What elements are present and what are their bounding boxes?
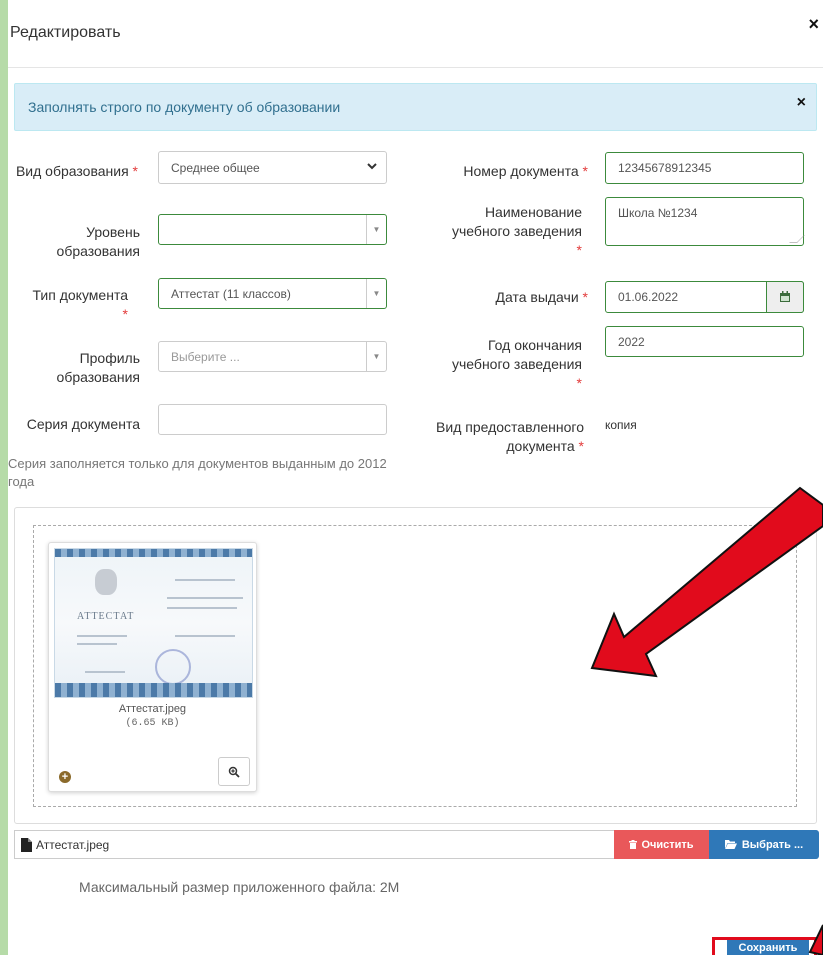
- provided-document-type-label: Вид предоставленного документа *: [436, 419, 584, 454]
- cert-band: [55, 549, 252, 557]
- cert-line: [175, 579, 235, 581]
- clear-button[interactable]: Очистить: [614, 830, 709, 859]
- file-input-bar: Аттестат.jpeg Очистить Выбрать ...: [14, 830, 819, 859]
- file-icon: [21, 838, 32, 852]
- required-mark: *: [122, 306, 128, 322]
- modal-header: Редактировать ×: [8, 0, 823, 68]
- zoom-in-icon: [228, 766, 240, 778]
- education-profile-select[interactable]: Выберите ... ▼: [158, 341, 387, 372]
- calendar-icon[interactable]: [766, 281, 804, 313]
- required-mark: *: [578, 438, 584, 454]
- alert-text: Заполнять строго по документу об образов…: [28, 99, 341, 115]
- drop-zone[interactable]: АТТЕСТАТ Аттестат.jpeg (6.65 KB) +: [33, 525, 797, 807]
- thumbnail-file-size: (6.65 KB): [125, 718, 180, 729]
- graduation-year-input[interactable]: 2022: [605, 326, 804, 357]
- cert-line: [85, 671, 125, 673]
- browse-button[interactable]: Выбрать ...: [709, 830, 819, 859]
- required-mark: *: [582, 289, 588, 305]
- seal-icon: [155, 649, 191, 685]
- document-series-input[interactable]: [158, 404, 387, 435]
- emblem-icon: [95, 569, 117, 595]
- edit-modal: Редактировать × Заполнять строго по доку…: [8, 0, 823, 955]
- zoom-in-button[interactable]: [218, 757, 250, 786]
- institution-name-textarea[interactable]: Школа №1234: [605, 197, 805, 246]
- education-type-label: Вид образования *: [15, 163, 138, 179]
- caret-down-icon: ▼: [366, 279, 386, 308]
- education-type-select[interactable]: Среднее общее: [158, 151, 387, 184]
- caret-down-icon: ▼: [366, 215, 386, 244]
- provided-document-type-value: копия: [605, 418, 637, 432]
- series-hint: Серия заполняется только для документов …: [8, 456, 387, 489]
- resize-handle[interactable]: [789, 235, 805, 243]
- highlight-box: [712, 937, 817, 955]
- close-icon[interactable]: ×: [808, 14, 819, 35]
- document-type-label: Тип документа *: [32, 287, 129, 322]
- cert-line: [175, 635, 235, 637]
- required-mark: *: [582, 163, 588, 179]
- education-level-select[interactable]: ▼: [158, 214, 387, 245]
- education-level-label: Уровень образования: [56, 224, 140, 259]
- required-mark: *: [576, 242, 582, 258]
- required-mark: *: [132, 163, 138, 179]
- document-type-select[interactable]: Аттестат (11 классов) ▼: [158, 278, 387, 309]
- cert-band: [55, 683, 252, 697]
- info-alert: Заполнять строго по документу об образов…: [14, 83, 817, 131]
- document-number-input[interactable]: 12345678912345: [605, 152, 804, 184]
- graduation-year-label: Год окончания учебного заведения *: [452, 337, 582, 391]
- plus-circle-icon[interactable]: +: [59, 771, 71, 783]
- alert-close-icon[interactable]: ×: [797, 94, 806, 112]
- cert-line: [167, 607, 237, 609]
- chevron-down-icon: [366, 160, 378, 175]
- document-number-label: Номер документа *: [463, 163, 588, 179]
- institution-name-label: Наименование учебного заведения *: [452, 204, 582, 258]
- certificate-preview-image: АТТЕСТАТ: [54, 548, 253, 698]
- document-series-label: Серия документа: [26, 416, 140, 432]
- file-upload-panel: АТТЕСТАТ Аттестат.jpeg (6.65 KB) +: [14, 507, 817, 824]
- caret-down-icon: ▼: [366, 342, 386, 371]
- thumbnail-file-name: Аттестат.jpeg: [118, 703, 187, 715]
- cert-line: [77, 643, 117, 645]
- max-size-note: Максимальный размер приложенного файла: …: [79, 879, 400, 895]
- cert-title: АТТЕСТАТ: [77, 611, 135, 622]
- trash-icon: [629, 840, 638, 849]
- issue-date-input[interactable]: 01.06.2022: [605, 281, 804, 313]
- modal-title: Редактировать: [10, 24, 121, 41]
- cert-line: [77, 635, 127, 637]
- cert-line: [167, 597, 243, 599]
- required-mark: *: [576, 375, 582, 391]
- issue-date-label: Дата выдачи *: [495, 289, 589, 305]
- folder-open-icon: [724, 840, 737, 849]
- selected-file-name: Аттестат.jpeg: [36, 838, 110, 852]
- file-thumbnail: АТТЕСТАТ Аттестат.jpeg (6.65 KB) +: [48, 542, 257, 792]
- education-profile-label: Профиль образования: [56, 350, 140, 385]
